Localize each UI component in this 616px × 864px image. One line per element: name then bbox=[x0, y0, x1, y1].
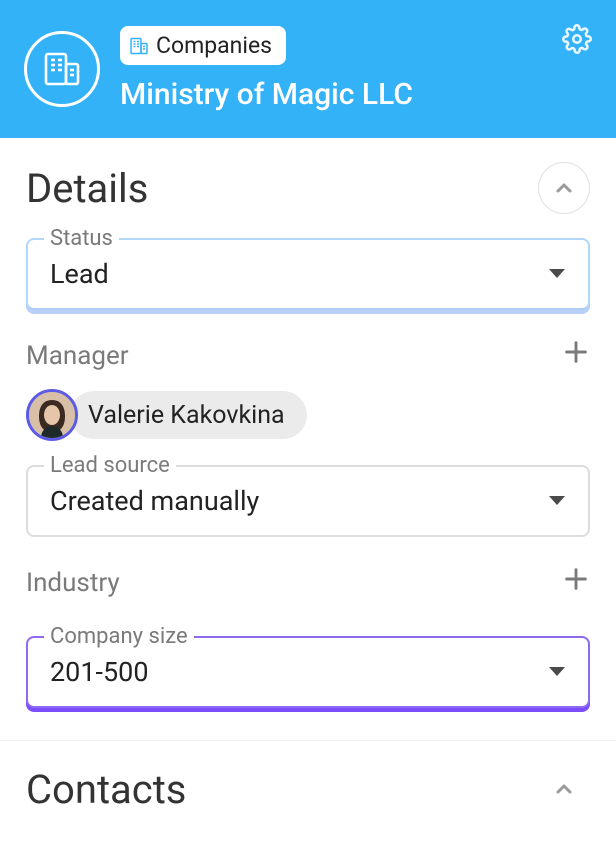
lead-source-value: Created manually bbox=[50, 485, 259, 517]
contacts-header: Contacts bbox=[26, 763, 590, 815]
page-title: Ministry of Magic LLC bbox=[120, 77, 413, 112]
details-title: Details bbox=[26, 165, 148, 212]
company-header: Companies Ministry of Magic LLC bbox=[0, 0, 616, 138]
caret-down-icon bbox=[548, 666, 566, 678]
plus-icon bbox=[562, 565, 590, 593]
company-size-field: Company size 201-500 bbox=[26, 636, 590, 708]
lead-source-field: Lead source Created manually bbox=[26, 465, 590, 537]
company-size-label: Company size bbox=[44, 624, 194, 649]
chevron-up-icon bbox=[552, 777, 576, 801]
manager-row: Manager bbox=[26, 338, 590, 373]
manager-chip[interactable]: Valerie Kakovkina bbox=[70, 391, 307, 439]
contacts-title: Contacts bbox=[26, 766, 186, 813]
header-text-block: Companies Ministry of Magic LLC bbox=[120, 26, 413, 112]
chevron-up-icon bbox=[552, 176, 576, 200]
manager-chip-row: Valerie Kakovkina bbox=[26, 389, 590, 441]
details-header: Details bbox=[26, 162, 590, 214]
collapse-contacts-button[interactable] bbox=[538, 763, 590, 815]
building-icon bbox=[130, 37, 148, 55]
breadcrumb-label: Companies bbox=[156, 32, 272, 59]
industry-label: Industry bbox=[26, 568, 120, 598]
collapse-details-button[interactable] bbox=[538, 162, 590, 214]
industry-row: Industry bbox=[26, 565, 590, 600]
contacts-section: Contacts bbox=[0, 741, 616, 837]
caret-down-icon bbox=[548, 495, 566, 507]
caret-down-icon bbox=[548, 268, 566, 280]
building-icon bbox=[44, 52, 80, 86]
add-industry-button[interactable] bbox=[562, 565, 590, 600]
status-label: Status bbox=[44, 226, 119, 251]
manager-label: Manager bbox=[26, 341, 129, 371]
breadcrumb[interactable]: Companies bbox=[120, 26, 286, 65]
status-value: Lead bbox=[50, 258, 109, 290]
details-section: Details Status Lead Manager bbox=[0, 138, 616, 741]
settings-button[interactable] bbox=[562, 24, 592, 58]
lead-source-label: Lead source bbox=[44, 453, 176, 478]
add-manager-button[interactable] bbox=[562, 338, 590, 373]
status-field: Status Lead bbox=[26, 238, 590, 310]
company-size-value: 201-500 bbox=[50, 656, 149, 688]
manager-name: Valerie Kakovkina bbox=[88, 401, 285, 430]
avatar-image bbox=[29, 392, 75, 438]
avatar[interactable] bbox=[26, 389, 78, 441]
plus-icon bbox=[562, 338, 590, 366]
company-icon-frame bbox=[24, 31, 100, 107]
gear-icon bbox=[562, 24, 592, 54]
